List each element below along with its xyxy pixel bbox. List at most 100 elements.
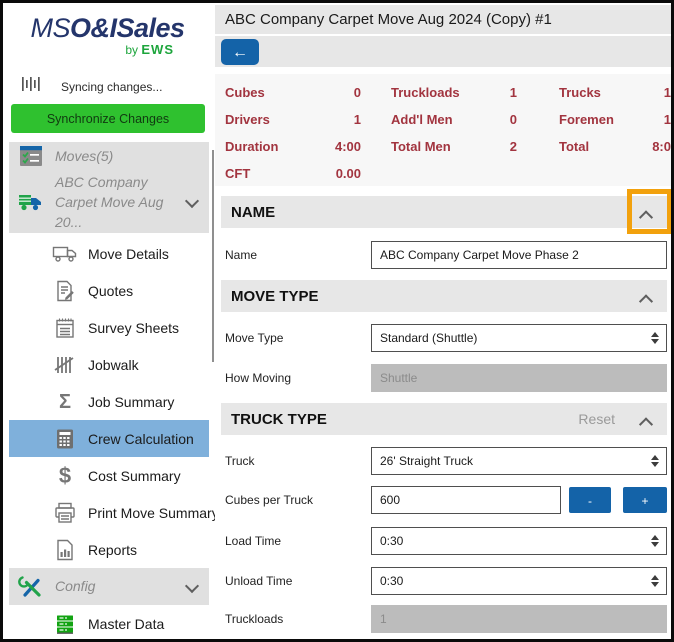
name-input[interactable]: [371, 241, 667, 269]
sidebar-item-label: Reports: [88, 541, 138, 558]
section-title: TRUCK TYPE: [231, 410, 327, 428]
sidebar-scrollbar-thumb[interactable]: [212, 150, 214, 362]
field-label: Name: [225, 248, 258, 262]
field-row-truckloads: Truckloads 1: [221, 605, 667, 633]
field-label: Truck: [225, 454, 255, 468]
back-arrow-icon: ←: [232, 44, 248, 61]
stat-value: 4:00: [334, 139, 361, 154]
chevron-down-icon[interactable]: [184, 578, 200, 596]
field-label: Unload Time: [225, 574, 293, 588]
sidebar-item-current-move[interactable]: ABC Company Carpet Move Aug 20...: [9, 171, 209, 233]
logo-brand: EWS: [141, 42, 174, 57]
stat-label: Drivers: [225, 112, 270, 127]
decrement-button[interactable]: -: [569, 487, 611, 513]
notepad-icon: [51, 317, 79, 339]
quote-document-icon: [51, 280, 79, 302]
section-header-truck-type: TRUCK TYPE Reset: [221, 403, 667, 435]
sync-status-text: Syncing changes...: [61, 79, 163, 94]
stat-value: 0: [353, 85, 361, 100]
sidebar-item-label: Crew Calculation: [88, 430, 194, 447]
spinner-arrows-icon[interactable]: [651, 455, 659, 467]
sidebar-item-crew-calculation[interactable]: Crew Calculation: [9, 420, 209, 457]
increment-button[interactable]: +: [623, 487, 667, 513]
field-label: Truckloads: [225, 612, 284, 626]
dollar-icon: $: [58, 462, 72, 488]
cubes-per-truck-input[interactable]: [371, 486, 561, 514]
truckloads-value: 1: [380, 612, 387, 626]
field-label: How Moving: [225, 371, 292, 385]
truckloads-field: 1: [371, 605, 667, 633]
sidebar-item-move-details[interactable]: Move Details: [9, 235, 209, 272]
spinner-arrows-icon[interactable]: [651, 332, 659, 344]
collapse-chevron-up-icon[interactable]: [638, 292, 654, 309]
truck-select[interactable]: 26' Straight Truck: [371, 447, 667, 475]
section-header-name: NAME: [221, 189, 671, 234]
field-row-name: Name: [221, 241, 667, 269]
app-logo: MSO&ISales by EWS: [3, 13, 212, 57]
chevron-down-icon[interactable]: [184, 193, 200, 211]
sidebar-item-label: Moves(5): [55, 148, 114, 165]
stat-value: 1: [663, 85, 671, 100]
field-row-how-moving: How Moving Shuttle: [221, 364, 667, 392]
stat-value: 1: [663, 112, 671, 127]
config-tools-icon: [17, 575, 45, 599]
sidebar-item-label: Cost Summary: [88, 467, 181, 484]
sidebar-item-label: Move Details: [88, 245, 169, 262]
move-type-selected-value: Standard (Shuttle): [380, 331, 478, 345]
annotation-highlight-box: [627, 189, 671, 234]
sidebar-item-reports[interactable]: Reports: [9, 531, 209, 568]
synchronize-changes-button[interactable]: Synchronize Changes: [11, 104, 205, 133]
sidebar-item-jobwalk[interactable]: Jobwalk: [9, 346, 209, 383]
sync-status: Syncing changes...: [21, 75, 162, 98]
field-row-load-time: Load Time 0:30: [221, 527, 667, 555]
field-row-move-type: Move Type Standard (Shuttle): [221, 324, 667, 352]
sidebar-item-label: Print Move Summary: [88, 504, 219, 521]
sidebar-item-label: Job Summary: [88, 393, 175, 410]
tally-marks-icon: [51, 354, 79, 376]
section-title: NAME: [231, 203, 276, 221]
stat-value: 0.00: [335, 166, 361, 181]
field-label: Move Type: [225, 331, 284, 345]
sigma-icon: Σ: [58, 390, 71, 413]
stat-label: Total Men: [391, 139, 451, 154]
stat-label: Add'l Men: [391, 112, 453, 127]
report-chart-icon: [51, 539, 79, 561]
move-type-select[interactable]: Standard (Shuttle): [371, 324, 667, 352]
crew-stats-panel: Cubes 0 Truckloads 1 Trucks 1 Drivers 1 Add'…: [215, 74, 671, 186]
stat-value: 8:0: [652, 139, 671, 154]
spinner-arrows-icon[interactable]: [651, 535, 659, 547]
stat-value: 0: [509, 112, 517, 127]
printer-icon: [51, 502, 79, 524]
collapse-chevron-up-icon[interactable]: [638, 415, 654, 432]
sidebar-item-job-summary[interactable]: Σ Job Summary: [9, 383, 209, 420]
stat-label: Foremen: [559, 112, 614, 127]
load-time-select[interactable]: 0:30: [371, 527, 667, 555]
sidebar-item-survey-sheets[interactable]: Survey Sheets: [9, 309, 209, 346]
sidebar-item-label: Survey Sheets: [88, 319, 180, 336]
stat-label: Trucks: [559, 85, 601, 100]
unload-time-select[interactable]: 0:30: [371, 567, 667, 595]
main-content: ABC Company Carpet Move Aug 2024 (Copy) …: [215, 3, 671, 639]
sidebar-item-print-move-summary[interactable]: Print Move Summary: [9, 494, 219, 531]
sidebar-item-quotes[interactable]: Quotes: [9, 272, 209, 309]
moves-checklist-icon: [17, 146, 45, 167]
load-time-selected-value: 0:30: [380, 534, 404, 548]
logo-by: by: [125, 43, 139, 57]
how-moving-value: Shuttle: [380, 371, 418, 385]
logo-ms: MS: [30, 13, 70, 43]
main-toolbar: ←: [215, 36, 671, 67]
sidebar-item-moves[interactable]: Moves(5): [9, 142, 209, 171]
spinner-arrows-icon[interactable]: [651, 575, 659, 587]
reset-button[interactable]: Reset: [578, 411, 615, 427]
sidebar-item-master-data[interactable]: Master Data: [9, 605, 209, 639]
sidebar-item-config[interactable]: Config: [9, 568, 209, 605]
truck-outline-icon: [51, 244, 79, 264]
section-header-move-type: MOVE TYPE: [221, 280, 667, 312]
sidebar-item-label: ABC Company Carpet Move Aug 20...: [55, 173, 164, 231]
sidebar-item-label: Master Data: [88, 615, 165, 632]
sidebar-item-cost-summary[interactable]: $ Cost Summary: [9, 457, 209, 494]
back-button[interactable]: ←: [221, 39, 259, 65]
section-title: MOVE TYPE: [231, 287, 319, 305]
move-truck-icon: [17, 192, 45, 212]
field-label: Cubes per Truck: [225, 493, 314, 507]
